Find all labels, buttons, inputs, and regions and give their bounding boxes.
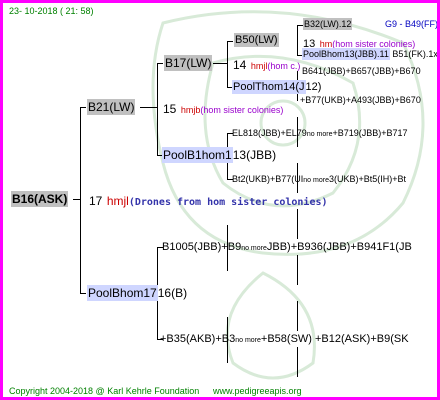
ddd-sire-name: PoolBhom13(JBB).11 [302, 48, 390, 60]
ddd-dam-name: B32(LW).12 [303, 18, 353, 30]
dam-name: B21(LW) [87, 99, 136, 115]
dam-queen[interactable]: B21(LW) [87, 99, 136, 115]
ds-dam-line[interactable]: EL818(JBB)+EL79no more+B719(JBB)+B717 [232, 128, 408, 139]
sire-dam-line[interactable]: B1005(JBB)+B9no moreJBB)+B936(JBB)+B941F… [162, 242, 412, 253]
dam-note: (hom sister colonies) [200, 105, 284, 115]
ddd-right-label: G9 - B49(FF) [385, 19, 439, 29]
root-details: 17 hmjl(Drones from hom sister colonies) [89, 193, 328, 209]
dd-dam-name: B50(LW) [234, 33, 279, 47]
root-queen[interactable]: B16(ASK) [11, 191, 69, 207]
connector [297, 209, 298, 239]
connector [140, 107, 158, 108]
sire-sire-rest: +B58(SW) +B12(ASK)+B9(SK [260, 333, 409, 345]
connector [80, 107, 81, 293]
sire-year: 16 [157, 286, 172, 300]
dd-sire-suffix: ) [317, 81, 322, 93]
sire-dam-more: no more [241, 245, 267, 252]
ds-sire-line[interactable]: Bt2(UKB)+B77(UIno more3(UKB)+Bt5(IH)+Bt [232, 174, 406, 185]
ds-dam-more: no more [306, 131, 333, 138]
dam-dam-name: B17(LW) [164, 55, 213, 71]
dam-dam-breeder: hmjl [250, 61, 268, 71]
dam-dam-year: 14 [233, 58, 247, 72]
root-year: 17 [89, 194, 103, 208]
dd-sire-name: PoolThom14(J [232, 80, 306, 94]
dd-dam-queen[interactable]: B50(LW) [234, 33, 279, 47]
dds-dam-line[interactable]: B641(JBB)+B657(JBB)+B670 [302, 67, 421, 76]
connector [297, 255, 298, 285]
sire-dam-rest: JBB)+B936(JBB)+B941F1(JB [266, 241, 412, 253]
timestamp: 23- 10-2018 ( 21: 58) [9, 6, 94, 16]
dam-year: 15 [163, 102, 177, 116]
connector [297, 301, 298, 331]
dam-details: 15 hmjb(hom sister colonies) [163, 101, 283, 117]
connector [157, 63, 163, 64]
ds-sire-name: Bt2(UKB)+B77(UI [232, 174, 304, 184]
connector [213, 63, 228, 64]
dam-breeder: hmjb [180, 105, 201, 115]
dd-sire-pool[interactable]: PoolThom14(J12) [232, 80, 322, 94]
connector [227, 41, 233, 42]
dd-sire-year: 12 [305, 81, 318, 93]
dam-sire-pool[interactable]: PoolB1hom113(JBB) [162, 147, 277, 163]
ds-dam-rest: +B719(JBB)+B717 [332, 128, 408, 138]
connector [227, 41, 228, 87]
ds-sire-rest: 3(UKB)+Bt5(IH)+Bt [328, 174, 406, 184]
connector [157, 63, 158, 155]
root-note: (Drones from hom sister colonies) [128, 197, 328, 208]
dds-sire-line[interactable]: +B77(UKB)+A493(JBB)+B670 [300, 96, 421, 105]
sire-suffix: (B) [171, 286, 188, 300]
dam-dam-details: 14 hmjl(hom c.) [233, 57, 300, 73]
connector [73, 199, 81, 200]
ddd-sire-extra: B51(FK).1x [392, 49, 438, 59]
footer-copyright: Copyright 2004-2018 @ Karl Kehrle Founda… [9, 386, 200, 396]
dam-dam-queen[interactable]: B17(LW) [164, 55, 213, 71]
dam-sire-suffix: (JBB) [246, 148, 277, 162]
root-queen-name: B16(ASK) [11, 191, 69, 207]
root-breeder: hmjl [106, 194, 129, 208]
ds-dam-name: EL818(JBB)+EL79 [232, 128, 307, 138]
footer-website[interactable]: www.pedigreeapis.org [213, 387, 302, 396]
ddd-sire-pool[interactable]: PoolBhom13(JBB).11 B51(FK).1x [302, 48, 438, 60]
sire-dam-name: B1005(JBB)+B9 [162, 241, 242, 253]
sire-sire-name: +B35(AKB)+B3 [160, 333, 236, 345]
dam-dam-note: (hom c.) [267, 61, 301, 71]
dam-sire-name: PoolB1hom1 [162, 147, 233, 163]
sire-sire-more: no more [235, 337, 261, 344]
connector [297, 347, 298, 377]
connector [80, 293, 86, 294]
sire-sire-line[interactable]: +B35(AKB)+B3no more+B58(SW) +B12(ASK)+B9… [160, 334, 409, 345]
connector [297, 25, 298, 55]
dam-sire-year: 13 [232, 148, 247, 162]
ddd-dam-queen[interactable]: B32(LW).12 [303, 18, 353, 30]
connector [80, 107, 86, 108]
sire-name: PoolBhom17 [87, 285, 158, 301]
ds-sire-more: no more [303, 177, 329, 184]
sire-pool[interactable]: PoolBhom1716(B) [87, 285, 188, 301]
pedigree-frame: 23- 10-2018 ( 21: 58) B16(ASK) 17 hmjl(D… [0, 0, 440, 400]
